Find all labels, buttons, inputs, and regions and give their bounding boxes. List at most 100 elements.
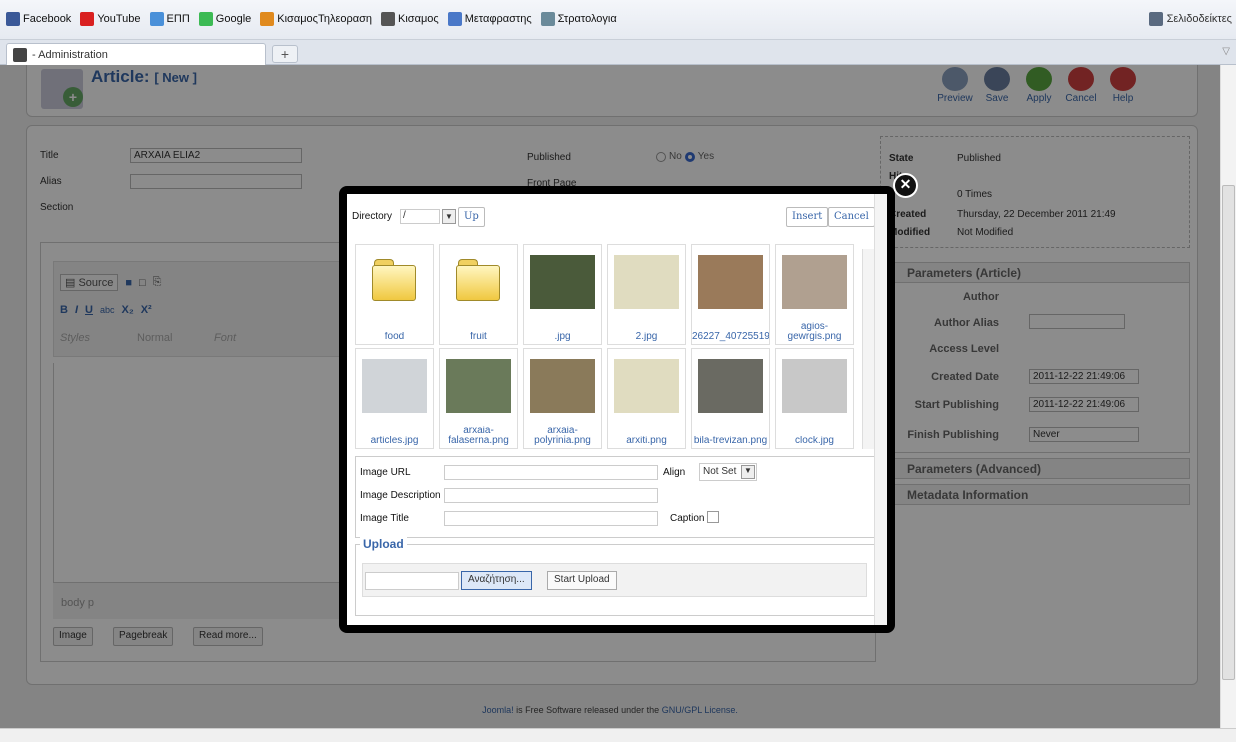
- image-url-label: Image URL: [360, 467, 411, 478]
- image-item[interactable]: agios-gewrgis.png: [775, 244, 854, 345]
- insert-button[interactable]: Insert: [786, 207, 829, 227]
- bookmarks-bar: Facebook YouTube ΕΠΠ Google ΚισαμοςΤηλεοραση…: [0, 0, 1236, 40]
- bookmark-label: Στρατολογια: [557, 13, 617, 25]
- bookmark-6[interactable]: Μεταφραστης: [447, 12, 532, 26]
- image-item[interactable]: arxaia-falaserna.png: [439, 348, 518, 449]
- item-name[interactable]: articles.jpg: [356, 436, 433, 446]
- bookmark-0[interactable]: Facebook: [6, 12, 71, 26]
- image-dialog-frame: Directory / ▼ Up Insert Cancel food fruit…: [347, 194, 887, 625]
- folder-item[interactable]: fruit: [439, 244, 518, 345]
- image-thumbnail: [614, 255, 679, 309]
- image-item[interactable]: 2.jpg: [607, 244, 686, 345]
- image-item[interactable]: 26227_40725519: [691, 244, 770, 345]
- image-thumbnail: [698, 359, 763, 413]
- page-scrollbar-thumb[interactable]: [1222, 185, 1235, 680]
- directory-label: Directory: [352, 211, 393, 222]
- bookmark-3[interactable]: Google: [198, 12, 252, 26]
- bookmark-2[interactable]: ΕΠΠ: [149, 12, 190, 26]
- item-name[interactable]: agios-gewrgis.png: [776, 322, 853, 342]
- file-path-input[interactable]: [365, 572, 459, 590]
- up-button[interactable]: Up: [458, 207, 485, 227]
- image-item[interactable]: bila-trevizan.png: [691, 348, 770, 449]
- image-title-input[interactable]: [444, 511, 658, 526]
- upload-row: Αναζήτηση... Start Upload: [362, 563, 867, 597]
- directory-dropdown-icon[interactable]: ▼: [442, 209, 456, 224]
- bookmarks-folder-icon: [1148, 12, 1163, 26]
- bookmark-favicon-icon: [381, 12, 396, 26]
- start-upload-button[interactable]: Start Upload: [547, 571, 617, 590]
- bookmark-1[interactable]: YouTube: [80, 12, 141, 26]
- bookmarks-folder-label: Σελιδοδείκτες: [1166, 13, 1232, 25]
- new-tab-button[interactable]: +: [272, 45, 298, 63]
- bookmarks-list: Facebook YouTube ΕΠΠ Google ΚισαμοςΤηλεοραση…: [6, 12, 617, 26]
- bookmark-label: Κισαμος: [398, 13, 439, 25]
- tab-administration[interactable]: - Administration: [6, 43, 266, 65]
- caption-checkbox[interactable]: [707, 511, 719, 523]
- tab-list-chevron-icon[interactable]: ▽: [1222, 46, 1230, 57]
- cancel-button[interactable]: Cancel: [828, 207, 875, 227]
- item-name[interactable]: arxaia-polyrinia.png: [524, 426, 601, 446]
- bookmark-favicon-icon: [447, 12, 462, 26]
- close-dialog-icon[interactable]: ✕: [893, 173, 918, 198]
- bookmark-favicon-icon: [540, 12, 555, 26]
- upload-fieldset: Upload Αναζήτηση... Start Upload: [355, 537, 879, 616]
- browse-button[interactable]: Αναζήτηση...: [461, 571, 532, 590]
- directory-select[interactable]: /: [400, 209, 440, 224]
- folder-icon: [456, 259, 500, 301]
- align-label: Align: [663, 467, 686, 478]
- image-thumbnail: [530, 255, 595, 309]
- image-dialog: Directory / ▼ Up Insert Cancel food fruit…: [339, 186, 895, 633]
- item-name[interactable]: clock.jpg: [776, 436, 853, 446]
- dialog-scrollbar[interactable]: [874, 194, 887, 625]
- bookmark-favicon-icon: [149, 12, 164, 26]
- upload-legend: Upload: [360, 537, 407, 551]
- image-thumbnail: [362, 359, 427, 413]
- image-properties: Image URL Image Description Image Title …: [355, 456, 879, 538]
- item-name[interactable]: .jpg: [524, 332, 601, 342]
- bookmark-4[interactable]: ΚισαμοςΤηλεοραση: [260, 12, 372, 26]
- image-item[interactable]: .jpg: [523, 244, 602, 345]
- caption-label: Caption: [670, 513, 705, 524]
- item-name[interactable]: bila-trevizan.png: [692, 436, 769, 446]
- image-thumbnail: [614, 359, 679, 413]
- image-thumbnail: [530, 359, 595, 413]
- bookmark-favicon-icon: [260, 12, 275, 26]
- item-name[interactable]: 2.jpg: [608, 332, 685, 342]
- bookmark-label: YouTube: [97, 13, 141, 25]
- folder-icon: [372, 259, 416, 301]
- tab-title: - Administration: [32, 48, 108, 61]
- image-url-input[interactable]: [444, 465, 658, 480]
- image-thumbnail: [446, 359, 511, 413]
- folder-item[interactable]: food: [355, 244, 434, 345]
- item-name[interactable]: 26227_40725519: [692, 332, 769, 342]
- image-thumbnail: [782, 255, 847, 309]
- item-name[interactable]: food: [356, 332, 433, 342]
- image-item[interactable]: arxaia-polyrinia.png: [523, 348, 602, 449]
- bookmark-7[interactable]: Στρατολογια: [540, 12, 617, 26]
- image-item[interactable]: arxiti.png: [607, 348, 686, 449]
- align-dropdown-icon: ▼: [741, 465, 755, 479]
- bookmark-label: Google: [215, 13, 252, 25]
- image-item[interactable]: articles.jpg: [355, 348, 434, 449]
- item-name[interactable]: arxaia-falaserna.png: [440, 426, 517, 446]
- align-value: Not Set: [703, 466, 737, 477]
- bookmark-favicon-icon: [6, 12, 20, 26]
- tab-strip: - Administration + ▽: [0, 40, 1236, 65]
- item-name[interactable]: arxiti.png: [608, 436, 685, 446]
- grid-scrollbar[interactable]: [862, 249, 874, 449]
- item-name[interactable]: fruit: [440, 332, 517, 342]
- image-item[interactable]: clock.jpg: [775, 348, 854, 449]
- bookmark-label: Μεταφραστης: [464, 13, 532, 25]
- status-bar: [0, 728, 1236, 742]
- image-title-label: Image Title: [360, 513, 409, 524]
- bookmark-favicon-icon: [80, 12, 95, 26]
- bookmark-5[interactable]: Κισαμος: [381, 12, 439, 26]
- bookmark-label: Facebook: [23, 13, 72, 25]
- image-thumbnail: [782, 359, 847, 413]
- align-select[interactable]: Not Set ▼: [699, 463, 757, 481]
- image-description-input[interactable]: [444, 488, 658, 503]
- page-scrollbar[interactable]: [1220, 65, 1236, 728]
- bookmarks-folder[interactable]: Σελιδοδείκτες: [1148, 12, 1232, 26]
- image-grid: food fruit .jpg 2.jpg 26227_40725519 agios-ge…: [355, 244, 870, 454]
- joomla-favicon-icon: [13, 47, 27, 62]
